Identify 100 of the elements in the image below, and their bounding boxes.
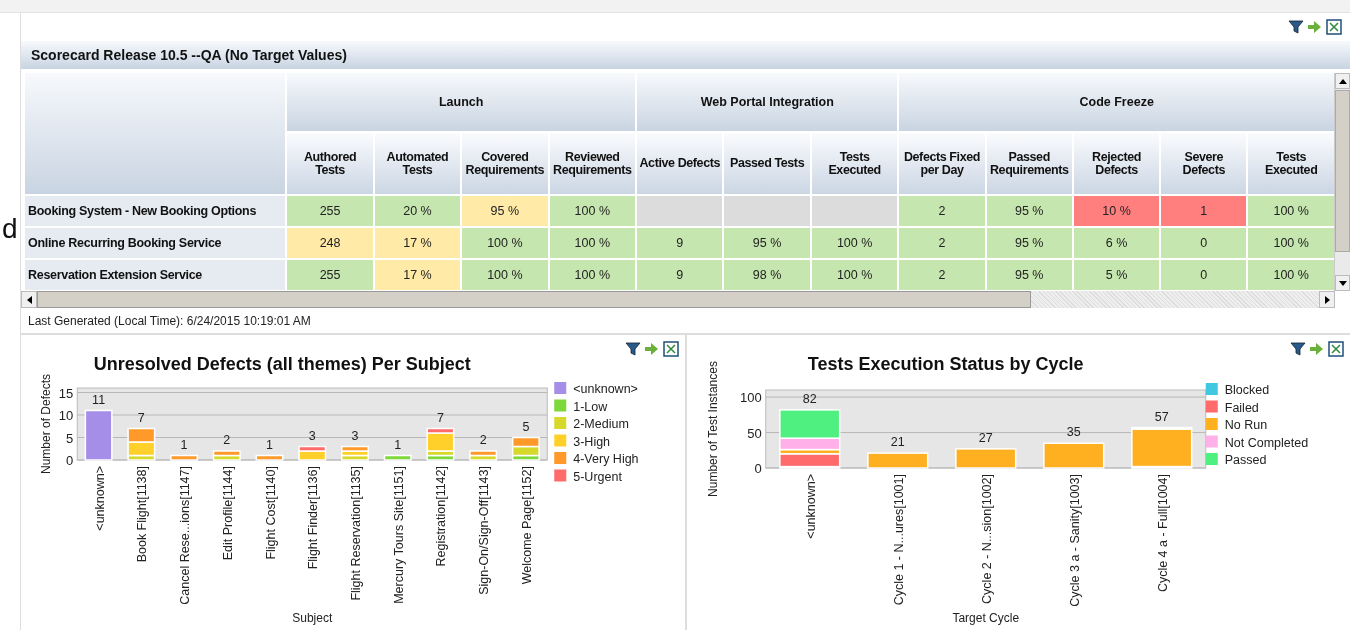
table-cell: 6 % (1073, 228, 1160, 258)
background-text: d (2, 213, 19, 245)
table-cell: 100 % (1248, 260, 1334, 290)
table-cell: 100 % (462, 228, 548, 258)
x-tick-label: Book Flight[1138] (135, 466, 150, 563)
x-tick-label: Flight Finder[1136] (306, 466, 321, 570)
table-cell: 95 % (724, 228, 810, 258)
table-cell: 2 (899, 228, 985, 258)
column-header: Passed Requirements (986, 133, 1072, 194)
value-label: 3 (351, 428, 359, 443)
table-cell: 95 % (986, 196, 1072, 226)
column-header: Covered Requirements (462, 133, 548, 194)
x-tick-label: Edit Profile[1144] (220, 466, 235, 561)
column-header: Authored Tests (287, 133, 373, 194)
legend-label: Blocked (1224, 383, 1269, 397)
legend-label: 1-Low (573, 399, 608, 414)
legend-label: 4-Very High (573, 452, 639, 466)
y-tick-label: 100 (739, 390, 762, 406)
x-tick-label: Cycle 3 a - Sanity[1003] (1067, 474, 1082, 607)
x-tick-label: Cycle 4 a - Full[1004] (1155, 474, 1170, 593)
table-cell: 5 % (1073, 260, 1160, 290)
table-cell: 20 % (374, 196, 461, 226)
x-tick-label: Cycle 1 - N...ures[1001] (891, 474, 906, 606)
table-cell: 10 % (1073, 196, 1160, 226)
value-label: 5 (522, 419, 530, 434)
table-cell: 255 (287, 196, 373, 226)
table-cell: 9 (637, 260, 723, 290)
legend-label: 5-Urgent (573, 469, 622, 484)
table-cell: 95 % (986, 228, 1072, 258)
row-header: Reservation Extension Service (25, 260, 286, 290)
x-tick-label: <unknown> (803, 474, 818, 539)
last-generated-text: Last Generated (Local Time): 6/24/2015 10:19:01 AM (21, 308, 1350, 335)
y-axis-title: Number of Test Instances (705, 361, 720, 497)
value-label: 1 (180, 437, 188, 452)
column-header: Passed Tests (724, 133, 810, 194)
legend-label: 2-Medium (573, 417, 629, 431)
y-tick-label: 5 (66, 430, 74, 446)
x-tick-label: Registration[1142] (434, 466, 449, 567)
x-tick-label: Welcome Page[1152] (519, 466, 534, 585)
x-tick-label: <unknown> (92, 466, 107, 531)
x-tick-label: Flight Cost[1140] (263, 466, 278, 560)
table-cell: 95 % (986, 260, 1072, 290)
table-cell: 100 % (811, 228, 898, 258)
table-cell: 9 (637, 228, 723, 258)
group-header: Code Freeze (899, 73, 1334, 131)
x-tick-label: Cycle 2 - N...sion[1002] (979, 474, 994, 604)
table-cell: 2 (899, 196, 985, 226)
value-label: 27 (978, 430, 993, 445)
x-tick-label: Cancel Rese...ions[1147] (178, 466, 193, 605)
column-header: Reviewed Requirements (549, 133, 636, 194)
value-label: 7 (436, 410, 444, 425)
table-cell: 17 % (374, 260, 461, 290)
scorecard-title: Scorecard Release 10.5 --QA (No Target Values) (21, 41, 1350, 69)
x-tick-label: Mercury Tours Site[1151] (391, 466, 406, 604)
table-cell: 100 % (1248, 196, 1334, 226)
table-cell: 100 % (811, 260, 898, 290)
y-tick-label: 10 (58, 408, 74, 423)
table-cell: 0 (1161, 260, 1247, 290)
y-tick-label: 15 (58, 385, 74, 401)
value-label: 7 (137, 410, 145, 425)
table-cell: 255 (287, 260, 373, 290)
value-label: 1 (394, 437, 402, 452)
legend-label: No Run (1224, 418, 1267, 432)
table-cell: 100 % (549, 260, 636, 290)
x-tick-label: Sign-On/Sign-Off[1143] (477, 466, 492, 595)
column-header: Severe Defects (1161, 133, 1247, 194)
value-label: 35 (1066, 425, 1081, 440)
value-label: 11 (92, 392, 106, 407)
column-header: Defects Fixed per Day (899, 133, 985, 194)
table-cell: 17 % (374, 228, 461, 258)
group-header: Launch (287, 73, 636, 131)
column-header: Active Defects (637, 133, 723, 194)
value-label: 2 (479, 433, 487, 447)
table-cell: 95 % (462, 196, 548, 226)
table-cell: 0 (1161, 228, 1247, 258)
column-header: Rejected Defects (1073, 133, 1160, 194)
y-axis-title: Number of Defects (39, 374, 54, 474)
table-cell: 100 % (549, 228, 636, 258)
table-cell: 100 % (1248, 228, 1334, 258)
x-tick-label: Flight Reservation[1135] (349, 466, 363, 601)
table-cell: 248 (287, 228, 373, 258)
column-header: Automated Tests (374, 133, 461, 194)
y-tick-label: 0 (66, 453, 74, 468)
table-cell: 100 % (549, 196, 636, 226)
column-header: Tests Executed (1248, 133, 1334, 194)
value-label: 2 (223, 433, 231, 447)
table-cell: 98 % (724, 260, 810, 290)
legend-label: Not Completed (1224, 435, 1308, 450)
y-tick-label: 0 (754, 461, 762, 476)
chart-title: Unresolved Defects (all themes) Per Subject (93, 354, 471, 374)
table-cell: 100 % (462, 260, 548, 290)
table-cell: 1 (1161, 196, 1247, 226)
value-label: 82 (802, 391, 817, 406)
value-label: 21 (890, 435, 905, 450)
value-label: 1 (266, 437, 273, 452)
y-tick-label: 50 (746, 425, 762, 441)
group-header: Web Portal Integration (637, 73, 898, 131)
value-label: 57 (1154, 409, 1169, 424)
row-header: Online Recurring Booking Service (25, 228, 286, 258)
value-label: 3 (308, 428, 316, 443)
